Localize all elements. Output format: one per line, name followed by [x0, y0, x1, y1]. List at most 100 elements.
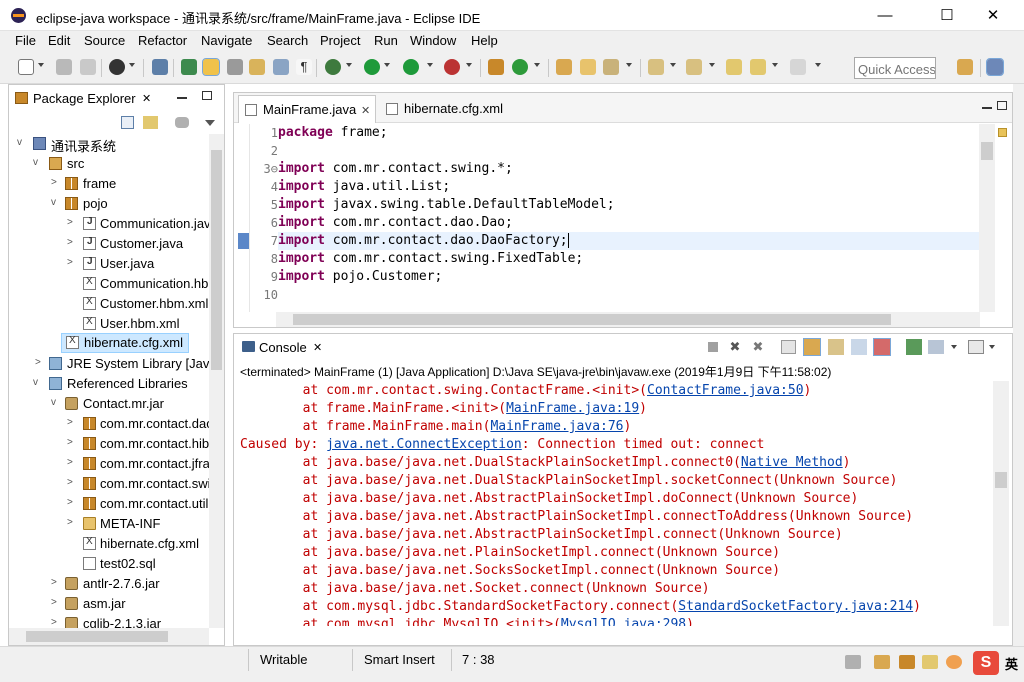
twisty-icon[interactable]: >	[67, 257, 73, 268]
display-selected-console-icon[interactable]	[928, 340, 944, 354]
tree-item-meta-inf[interactable]: > META-INF	[9, 514, 209, 534]
tree-item-package-swing[interactable]: > com.mr.contact.swing	[9, 474, 209, 494]
twisty-icon[interactable]: >	[67, 457, 73, 468]
console-close-icon[interactable]: ✕	[313, 341, 322, 354]
focus-active-task-icon[interactable]	[175, 117, 189, 128]
tree-item-customer-hbm[interactable]: Customer.hbm.xml	[9, 294, 209, 314]
terminate-icon[interactable]	[708, 342, 718, 352]
book-icon[interactable]	[874, 655, 890, 669]
minimize-button[interactable]: —	[862, 0, 908, 31]
menu-refactor[interactable]: Refactor	[138, 33, 187, 48]
menu-search[interactable]: Search	[267, 33, 308, 48]
previous-edit-icon[interactable]	[686, 59, 702, 75]
block-selection-icon[interactable]	[227, 59, 243, 75]
tree-item-package-jframe[interactable]: > com.mr.contact.jframe	[9, 454, 209, 474]
tree-item-package-util[interactable]: > com.mr.contact.util	[9, 494, 209, 514]
coverage-dropdown-icon[interactable]	[427, 63, 433, 67]
open-type-icon[interactable]	[556, 59, 572, 75]
twisty-icon[interactable]: v	[51, 197, 56, 208]
menu-project[interactable]: Project	[320, 33, 360, 48]
forward-icon[interactable]	[790, 59, 806, 75]
pilcrow-icon[interactable]: ¶	[296, 59, 312, 75]
code-text[interactable]: package frame; import com.mr.contact.swi…	[278, 124, 978, 312]
twisty-icon[interactable]: >	[67, 217, 73, 228]
open-perspective-icon[interactable]	[957, 59, 973, 75]
tree-item-antlr-jar[interactable]: > antlr-2.7.6.jar	[9, 574, 209, 594]
close-tab-icon[interactable]: ✕	[361, 104, 370, 117]
menu-navigate[interactable]: Navigate	[201, 33, 252, 48]
twisty-icon[interactable]: >	[67, 517, 73, 528]
twisty-icon[interactable]: v	[33, 377, 38, 388]
quick-access-input[interactable]	[854, 57, 936, 79]
explorer-vertical-scroll-thumb[interactable]	[211, 150, 222, 370]
maximize-button[interactable]: ☐	[924, 0, 970, 31]
tray-icon-1[interactable]	[845, 655, 861, 669]
editor-overview-ruler[interactable]	[995, 124, 1011, 312]
twisty-icon[interactable]: >	[51, 597, 57, 608]
back-icon[interactable]	[750, 59, 766, 75]
stack-trace-link[interactable]: MysqlIO.java:298	[561, 617, 686, 626]
wand-icon[interactable]	[922, 655, 938, 669]
stack-trace-link[interactable]: MainFrame.java:76	[490, 419, 623, 434]
remove-launch-icon[interactable]: ✖	[728, 340, 742, 354]
menu-file[interactable]: File	[15, 33, 36, 48]
graduation-cap-icon[interactable]	[899, 655, 915, 669]
twisty-icon[interactable]: v	[51, 397, 56, 408]
last-edit-location-icon[interactable]	[726, 59, 742, 75]
exception-link[interactable]: java.net.ConnectException	[326, 437, 522, 452]
next-annotation-icon[interactable]	[181, 59, 197, 75]
menu-source[interactable]: Source	[84, 33, 125, 48]
new-class-icon[interactable]	[512, 59, 528, 75]
open-task-icon[interactable]	[580, 59, 596, 75]
new-icon[interactable]	[18, 59, 34, 75]
twisty-icon[interactable]: >	[67, 417, 73, 428]
new-package-icon[interactable]	[488, 59, 504, 75]
stack-trace-link[interactable]: Native Method	[741, 455, 843, 470]
show-on-stderr-icon[interactable]	[873, 338, 891, 356]
tree-item-test02-sql[interactable]: test02.sql	[9, 554, 209, 574]
tree-item-communication-java[interactable]: > Communication.java	[9, 214, 209, 234]
stack-trace-link[interactable]: MainFrame.java:19	[506, 401, 639, 416]
twisty-icon[interactable]: v	[17, 137, 22, 148]
show-on-stdout-icon[interactable]	[851, 339, 867, 355]
ime-language-indicator[interactable]: 英	[1005, 654, 1018, 673]
twisty-icon[interactable]: v	[33, 157, 38, 168]
console-vertical-scrollbar[interactable]	[993, 381, 1009, 626]
menu-window[interactable]: Window	[410, 33, 456, 48]
maximize-editor-icon[interactable]	[997, 101, 1007, 110]
word-wrap-console-icon[interactable]	[828, 339, 844, 355]
new-dropdown-icon[interactable]	[38, 63, 44, 67]
external-tools-dropdown-icon[interactable]	[466, 63, 472, 67]
view-menu-icon[interactable]	[205, 120, 215, 126]
editor-vertical-scrollbar[interactable]	[979, 124, 995, 312]
twisty-icon[interactable]: >	[51, 577, 57, 588]
menu-run[interactable]: Run	[374, 33, 398, 48]
remove-all-launches-icon[interactable]: ✖	[751, 340, 765, 354]
profile-icon[interactable]	[109, 59, 125, 75]
save-all-icon[interactable]	[80, 59, 96, 75]
twisty-icon[interactable]: >	[67, 237, 73, 248]
next-edit-icon[interactable]	[648, 59, 664, 75]
close-window-button[interactable]: ✕	[970, 0, 1016, 31]
next-edit-dropdown-icon[interactable]	[670, 63, 676, 67]
link-with-editor-icon[interactable]	[143, 116, 158, 129]
package-explorer-tab[interactable]: Package Explorer ✕	[9, 85, 224, 111]
tree-item-communication-hbm[interactable]: Communication.hbm.xml	[9, 274, 209, 294]
clear-console-icon[interactable]	[781, 340, 796, 354]
save-icon[interactable]	[56, 59, 72, 75]
coverage-icon[interactable]	[403, 59, 419, 75]
tree-item-jar-hibernate-cfg[interactable]: hibernate.cfg.xml	[9, 534, 209, 554]
tree-item-cglib-jar[interactable]: > cglib-2.1.3.jar	[9, 614, 209, 628]
minimize-editor-icon[interactable]	[982, 107, 992, 109]
word-wrap-icon[interactable]	[249, 59, 265, 75]
tree-item-customer-java[interactable]: > Customer.java	[9, 234, 209, 254]
twisty-icon[interactable]: >	[67, 437, 73, 448]
update-icon[interactable]	[946, 655, 962, 669]
search-icon[interactable]	[603, 59, 619, 75]
pin-console-icon[interactable]	[906, 339, 922, 355]
console-output[interactable]: at com.mr.contact.swing.ContactFrame.<in…	[234, 381, 994, 626]
mark-occurrences-icon[interactable]	[202, 58, 220, 76]
debug-dropdown-icon[interactable]	[346, 63, 352, 67]
run-icon[interactable]	[364, 59, 380, 75]
explorer-horizontal-scroll-thumb[interactable]	[26, 631, 168, 642]
